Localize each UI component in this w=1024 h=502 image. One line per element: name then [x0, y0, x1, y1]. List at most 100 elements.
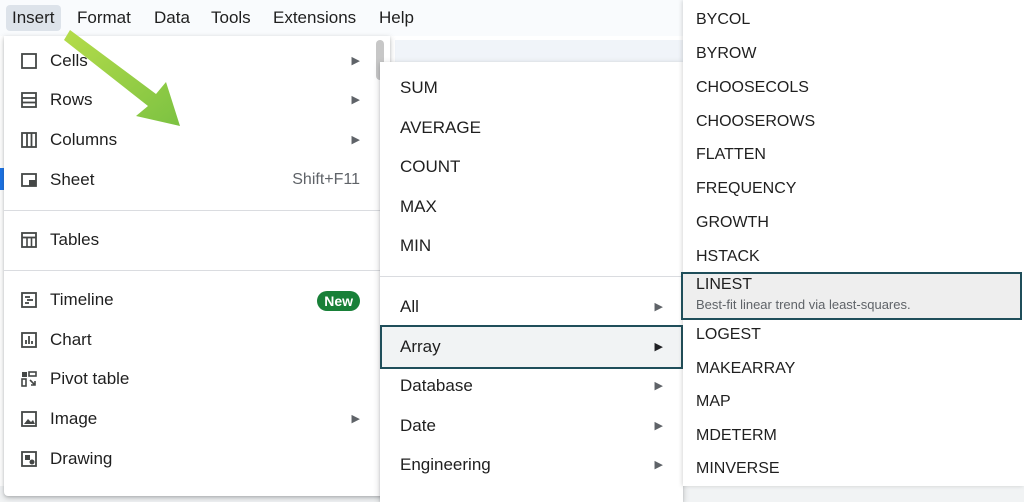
category-engineering-item[interactable]: Engineering ▶: [380, 445, 683, 485]
insert-image-item[interactable]: Image ▶: [4, 399, 390, 439]
function-label: COUNT: [400, 157, 461, 176]
array-function-label: LINEST: [696, 276, 753, 293]
new-badge: New: [317, 291, 360, 311]
sheet-shortcut: Shift+F11: [292, 171, 360, 188]
array-function-label: MAP: [696, 393, 731, 410]
category-label: Array: [400, 337, 441, 356]
array-function-label: LOGEST: [696, 326, 761, 343]
submenu-arrow-icon: ▶: [351, 55, 360, 67]
array-function-item[interactable]: FREQUENCY: [683, 172, 1024, 206]
function-submenu: SUM AVERAGE COUNT MAX MIN All ▶ Array ▶ Da…: [380, 62, 683, 502]
array-function-item[interactable]: FLATTEN: [683, 138, 1024, 172]
array-function-label: BYROW: [696, 45, 757, 62]
array-function-item[interactable]: LOGEST: [683, 318, 1024, 352]
timeline-icon: [20, 291, 38, 309]
menu-extensions[interactable]: Extensions: [267, 5, 362, 31]
menu-help[interactable]: Help: [373, 5, 420, 31]
function-sum-item[interactable]: SUM: [380, 68, 683, 108]
category-array-item[interactable]: Array ▶: [380, 325, 683, 369]
array-function-linest-item[interactable]: LINEST Best-fit linear trend via least-s…: [681, 272, 1022, 320]
submenu-arrow-icon: ▶: [654, 301, 663, 313]
insert-cells-item[interactable]: Cells ▶: [4, 41, 390, 81]
insert-rows-item[interactable]: Rows ▶: [4, 80, 390, 120]
array-function-item[interactable]: MINVERSE: [683, 452, 1024, 486]
array-function-item[interactable]: CHOOSEROWS: [683, 105, 1024, 139]
array-function-label: CHOOSECOLS: [696, 79, 809, 96]
insert-drawing-item[interactable]: Drawing: [4, 439, 390, 479]
function-label: MIN: [400, 236, 432, 255]
insert-timeline-item[interactable]: Timeline New: [4, 280, 390, 320]
insert-sheet-label: Sheet: [50, 170, 95, 189]
array-function-label: HSTACK: [696, 248, 760, 265]
array-function-item[interactable]: MAP: [683, 385, 1024, 419]
function-description: Best-fit linear trend via least-squares.: [696, 297, 911, 312]
function-min-item[interactable]: MIN: [380, 226, 683, 266]
sheet-icon: [20, 171, 38, 189]
insert-image-label: Image: [50, 409, 98, 428]
columns-icon: [20, 131, 38, 149]
menu-divider: [4, 270, 390, 271]
function-label: AVERAGE: [400, 118, 481, 137]
array-function-label: GROWTH: [696, 214, 769, 231]
chart-icon: [20, 331, 38, 349]
menu-data[interactable]: Data: [148, 5, 196, 31]
insert-chart-label: Chart: [50, 330, 92, 349]
array-function-item[interactable]: HSTACK: [683, 240, 1024, 274]
insert-drawing-label: Drawing: [50, 449, 113, 468]
drawing-icon: [20, 450, 38, 468]
insert-menu: Cells ▶ Rows ▶ Columns ▶ Sheet Shift+F11…: [4, 36, 390, 496]
array-function-item[interactable]: MDETERM: [683, 419, 1024, 453]
submenu-arrow-icon: ▶: [351, 134, 360, 146]
submenu-arrow-icon: ▶: [654, 420, 663, 432]
table-icon: [20, 231, 38, 249]
array-function-item[interactable]: BYROW: [683, 37, 1024, 71]
array-function-label: FREQUENCY: [696, 180, 797, 197]
category-label: Date: [400, 416, 436, 435]
category-label: Engineering: [400, 455, 491, 474]
pivot-table-icon: [20, 370, 38, 388]
function-count-item[interactable]: COUNT: [380, 147, 683, 187]
array-function-label: MAKEARRAY: [696, 360, 796, 377]
function-average-item[interactable]: AVERAGE: [380, 108, 683, 148]
array-function-item[interactable]: BYCOL: [683, 3, 1024, 37]
submenu-arrow-icon: ▶: [654, 341, 663, 353]
insert-sheet-item[interactable]: Sheet Shift+F11: [4, 160, 390, 200]
insert-cells-label: Cells: [50, 51, 88, 70]
rows-icon: [20, 91, 38, 109]
submenu-arrow-icon: ▶: [654, 459, 663, 471]
array-function-item[interactable]: CHOOSECOLS: [683, 71, 1024, 105]
function-label: MAX: [400, 197, 437, 216]
menu-format[interactable]: Format: [71, 5, 137, 31]
category-date-item[interactable]: Date ▶: [380, 406, 683, 446]
menu-insert[interactable]: Insert: [6, 5, 61, 31]
insert-pivot-table-item[interactable]: Pivot table: [4, 359, 390, 399]
category-database-item[interactable]: Database ▶: [380, 366, 683, 406]
array-function-item[interactable]: GROWTH: [683, 206, 1024, 240]
array-functions-submenu: BYCOL BYROW CHOOSECOLS CHOOSEROWS FLATTE…: [681, 0, 1024, 486]
array-function-label: CHOOSEROWS: [696, 113, 816, 130]
category-label: All: [400, 297, 419, 316]
function-label: SUM: [400, 78, 438, 97]
menu-divider: [380, 276, 683, 277]
array-function-item[interactable]: MAKEARRAY: [683, 352, 1024, 386]
insert-chart-item[interactable]: Chart: [4, 320, 390, 360]
insert-tables-label: Tables: [50, 230, 100, 249]
insert-columns-label: Columns: [50, 130, 118, 149]
menu-divider: [4, 210, 390, 211]
image-icon: [20, 410, 38, 428]
function-max-item[interactable]: MAX: [380, 187, 683, 227]
array-function-label: MINVERSE: [696, 460, 780, 477]
category-label: Database: [400, 376, 473, 395]
array-function-label: BYCOL: [696, 11, 751, 28]
submenu-arrow-icon: ▶: [654, 380, 663, 392]
array-function-label: FLATTEN: [696, 146, 766, 163]
insert-timeline-label: Timeline: [50, 290, 114, 309]
insert-columns-item[interactable]: Columns ▶: [4, 120, 390, 160]
menu-tools[interactable]: Tools: [205, 5, 257, 31]
cell-icon: [20, 52, 38, 70]
insert-rows-label: Rows: [50, 90, 93, 109]
array-function-label: MDETERM: [696, 427, 777, 444]
category-all-item[interactable]: All ▶: [380, 287, 683, 327]
submenu-arrow-icon: ▶: [351, 94, 360, 106]
insert-tables-item[interactable]: Tables: [4, 220, 390, 260]
